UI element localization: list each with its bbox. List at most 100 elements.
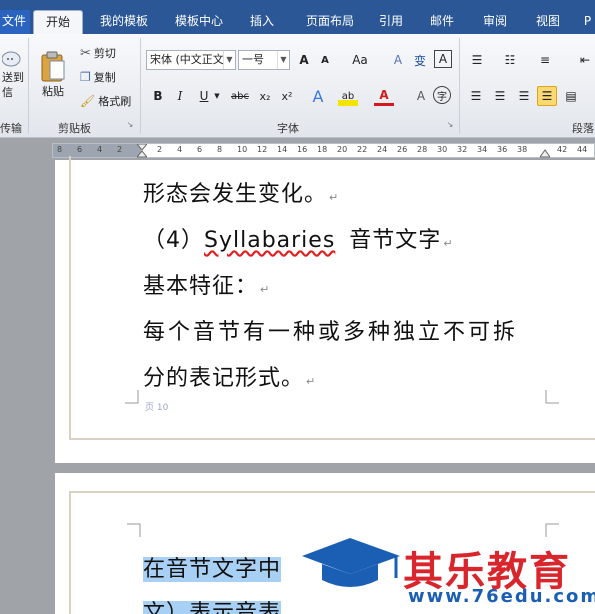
subscript-button[interactable]: x₂ xyxy=(255,86,275,106)
tab-overflow[interactable]: P xyxy=(580,10,595,34)
text-line[interactable]: 形态会发生变化。 ↵ xyxy=(143,176,339,208)
tab-references[interactable]: 引用 xyxy=(370,10,412,34)
tab-mailings[interactable]: 邮件 xyxy=(420,10,464,34)
ruler-tick-label: 8 xyxy=(217,145,223,154)
strikethrough-button[interactable]: abc xyxy=(228,86,252,106)
dialog-launcher-icon[interactable]: ↘ xyxy=(124,118,136,130)
tab-file[interactable]: 文件 xyxy=(0,10,30,34)
ruler-tick-label: 2 xyxy=(157,145,163,154)
tab-view[interactable]: 视图 xyxy=(527,10,569,34)
char-border-icon[interactable]: A xyxy=(434,50,452,68)
font-name-value: 宋体 (中文正文 xyxy=(150,53,224,66)
document-page[interactable]: 形态会发生变化。 ↵ （4）Syllabaries 音节文字 ↵ 基本特征： ↵ 每个音… xyxy=(55,156,595,463)
tab-home[interactable]: 开始 xyxy=(33,10,83,34)
font-size-value: 一号 xyxy=(242,53,264,66)
scissors-icon: ✂ xyxy=(80,45,91,61)
text-line[interactable]: 基本特征： ↵ xyxy=(143,268,270,300)
shrink-font-icon[interactable]: A xyxy=(315,50,335,70)
font-color-button[interactable]: A xyxy=(374,86,394,106)
font-name-combo[interactable]: 宋体 (中文正文 ▼ xyxy=(146,50,236,70)
clear-format-icon[interactable]: A xyxy=(388,50,408,70)
align-left-icon[interactable]: ☰ xyxy=(466,86,486,106)
copy-icon: ❐ xyxy=(80,70,91,84)
page-number: 页 10 xyxy=(145,403,169,413)
ribbon: 送到 信 传输 粘贴 ✂ 剪切 ❐ 复制 🖌 格式刷 剪贴板 ↘ 宋体 (中文正… xyxy=(0,34,595,138)
ruler-tick-label: 18 xyxy=(317,145,328,154)
send-to-button[interactable]: 送到 信 xyxy=(0,38,26,112)
chevron-down-icon[interactable]: ▼ xyxy=(277,51,289,69)
spellcheck-word[interactable]: Syllabaries xyxy=(204,228,335,253)
italic-button[interactable]: I xyxy=(170,86,190,106)
ruler-tick-label: 38 xyxy=(517,145,528,154)
tab-page-layout[interactable]: 页面布局 xyxy=(295,10,365,34)
align-center-icon[interactable]: ☰ xyxy=(490,86,510,106)
multilevel-list-icon[interactable]: ≡ xyxy=(535,50,555,70)
watermark-logo: 其乐教育 www.76edu.com xyxy=(298,536,595,614)
paragraph-mark: ↵ xyxy=(443,237,454,250)
distributed-icon[interactable]: ▤ xyxy=(561,86,581,106)
phonetic-guide-icon[interactable]: 变 xyxy=(410,50,430,70)
ruler-tick-label: 6 xyxy=(77,145,83,154)
speech-bubble-icon xyxy=(2,51,21,67)
cut-button[interactable]: ✂ 剪切 xyxy=(80,44,116,62)
group-divider xyxy=(459,38,460,134)
crop-mark-icon xyxy=(545,390,559,404)
clipboard-group-label: 剪贴板 xyxy=(58,122,91,135)
dialog-launcher-icon[interactable]: ↘ xyxy=(444,118,456,130)
ruler-tick-label: 22 xyxy=(357,145,368,154)
ruler-tick-label: 10 xyxy=(237,145,248,154)
change-case-icon[interactable]: Aa xyxy=(346,50,374,70)
clipboard-icon xyxy=(41,51,65,82)
copy-button[interactable]: ❐ 复制 xyxy=(80,68,116,86)
align-right-icon[interactable]: ☰ xyxy=(514,86,534,106)
crop-mark-icon xyxy=(127,523,141,537)
paste-button[interactable]: 粘贴 xyxy=(36,38,70,112)
ruler-tick-label: 26 xyxy=(397,145,408,154)
ruler-tick-label: 6 xyxy=(197,145,203,154)
group-divider xyxy=(140,38,141,134)
ruler-tick-label: 20 xyxy=(337,145,348,154)
paragraph-mark: ↵ xyxy=(329,191,340,204)
decrease-indent-icon[interactable]: ⇤ xyxy=(575,50,595,70)
paragraph-mark: ↵ xyxy=(260,283,271,296)
group-divider xyxy=(28,38,29,134)
tab-my-templates[interactable]: 我的模板 xyxy=(88,10,160,34)
selected-text-line[interactable]: 文）表示音表 xyxy=(143,595,282,614)
ruler-tick-label: 12 xyxy=(257,145,268,154)
char-shading-button[interactable]: A xyxy=(411,86,431,106)
tab-insert[interactable]: 插入 xyxy=(240,10,284,34)
bold-button[interactable]: B xyxy=(148,86,168,106)
ruler-tick-label: 2 xyxy=(117,145,123,154)
tab-review[interactable]: 审阅 xyxy=(474,10,516,34)
justify-icon[interactable]: ☰ xyxy=(537,86,557,106)
enclose-char-button[interactable]: 字 xyxy=(433,86,451,104)
text-line[interactable]: 每个音节有一种或多种独立不可拆 xyxy=(143,314,518,346)
text-line[interactable]: 分的表记形式。 ↵ xyxy=(143,360,316,392)
superscript-button[interactable]: x² xyxy=(277,86,297,106)
ruler-tick-label: 8 xyxy=(57,145,63,154)
chevron-down-icon[interactable]: ▼ xyxy=(212,90,222,102)
underline-button[interactable]: U xyxy=(194,86,214,106)
numbering-icon[interactable]: ☷ xyxy=(500,50,520,70)
crop-mark-icon xyxy=(125,390,139,404)
crop-mark-icon xyxy=(545,523,559,537)
watermark-url: www.76edu.com xyxy=(408,586,595,607)
format-painter-button[interactable]: 🖌 格式刷 xyxy=(80,92,131,110)
paragraph-group-label: 段落 xyxy=(572,122,594,135)
grow-font-icon[interactable]: A xyxy=(294,50,314,70)
ruler-tick-label: 44 xyxy=(577,145,588,154)
bullets-icon[interactable]: ☰ xyxy=(467,50,487,70)
highlight-button[interactable]: ab xyxy=(338,86,358,106)
font-size-combo[interactable]: 一号 ▼ xyxy=(238,50,290,70)
selected-text-line[interactable]: 在音节文字中 xyxy=(143,551,282,583)
ruler-tick-label: 42 xyxy=(557,145,568,154)
paste-label: 粘贴 xyxy=(42,85,64,98)
chevron-down-icon[interactable]: ▼ xyxy=(223,51,235,69)
paintbrush-icon: 🖌 xyxy=(80,94,96,108)
ruler-tick-label: 34 xyxy=(477,145,488,154)
ruler-tick-label: 24 xyxy=(377,145,388,154)
tab-template-center[interactable]: 模板中心 xyxy=(165,10,233,34)
ruler-tick-label: 30 xyxy=(437,145,448,154)
text-effect-button[interactable]: A xyxy=(308,86,328,106)
text-line[interactable]: （4）Syllabaries 音节文字 ↵ xyxy=(143,222,454,254)
